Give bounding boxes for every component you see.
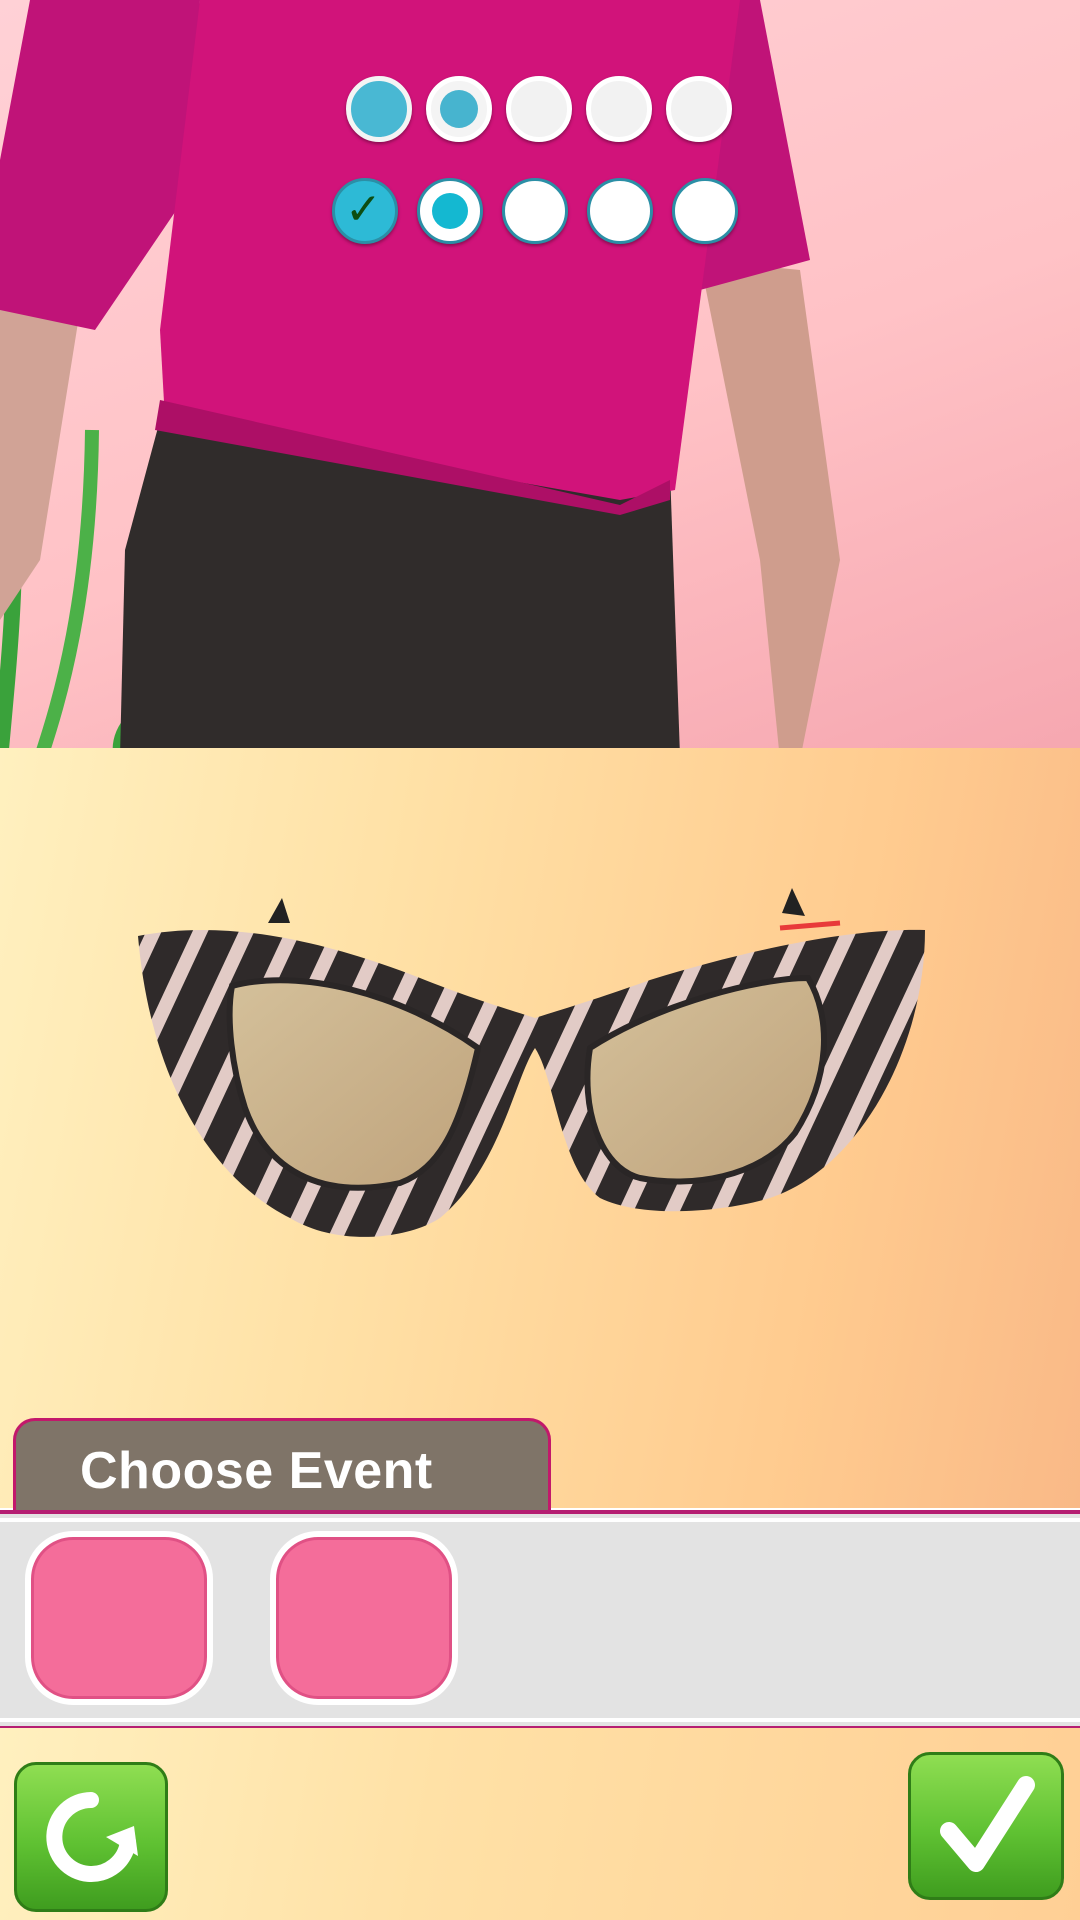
progress-dot (586, 76, 652, 142)
step-dot (672, 178, 738, 244)
outfit-progress-row (346, 76, 746, 142)
restart-icon (17, 1765, 165, 1909)
step-dot (587, 178, 653, 244)
step-dot (502, 178, 568, 244)
step-dot-completed: ✓ (332, 178, 398, 244)
character-scene: ✓ (0, 0, 1080, 756)
step-dot-current (417, 178, 483, 244)
display-table (0, 748, 1080, 1508)
sunglasses-item[interactable] (0, 748, 1080, 1508)
confirm-button[interactable] (908, 1752, 1064, 1900)
step-progress-row: ✓ (332, 178, 757, 244)
progress-dot (506, 76, 572, 142)
choose-event-title: Choose Event (80, 1442, 433, 1500)
progress-dot (666, 76, 732, 142)
choose-event-tab: Choose Event (13, 1418, 551, 1514)
checkmark-icon (911, 1755, 1061, 1897)
checkmark-icon: ✓ (345, 185, 382, 234)
progress-dot (426, 76, 492, 142)
bottom-bar (0, 1728, 1080, 1920)
progress-dot (346, 76, 412, 142)
restart-button[interactable] (14, 1762, 168, 1912)
event-slot[interactable] (270, 1531, 458, 1705)
event-slot[interactable] (25, 1531, 213, 1705)
